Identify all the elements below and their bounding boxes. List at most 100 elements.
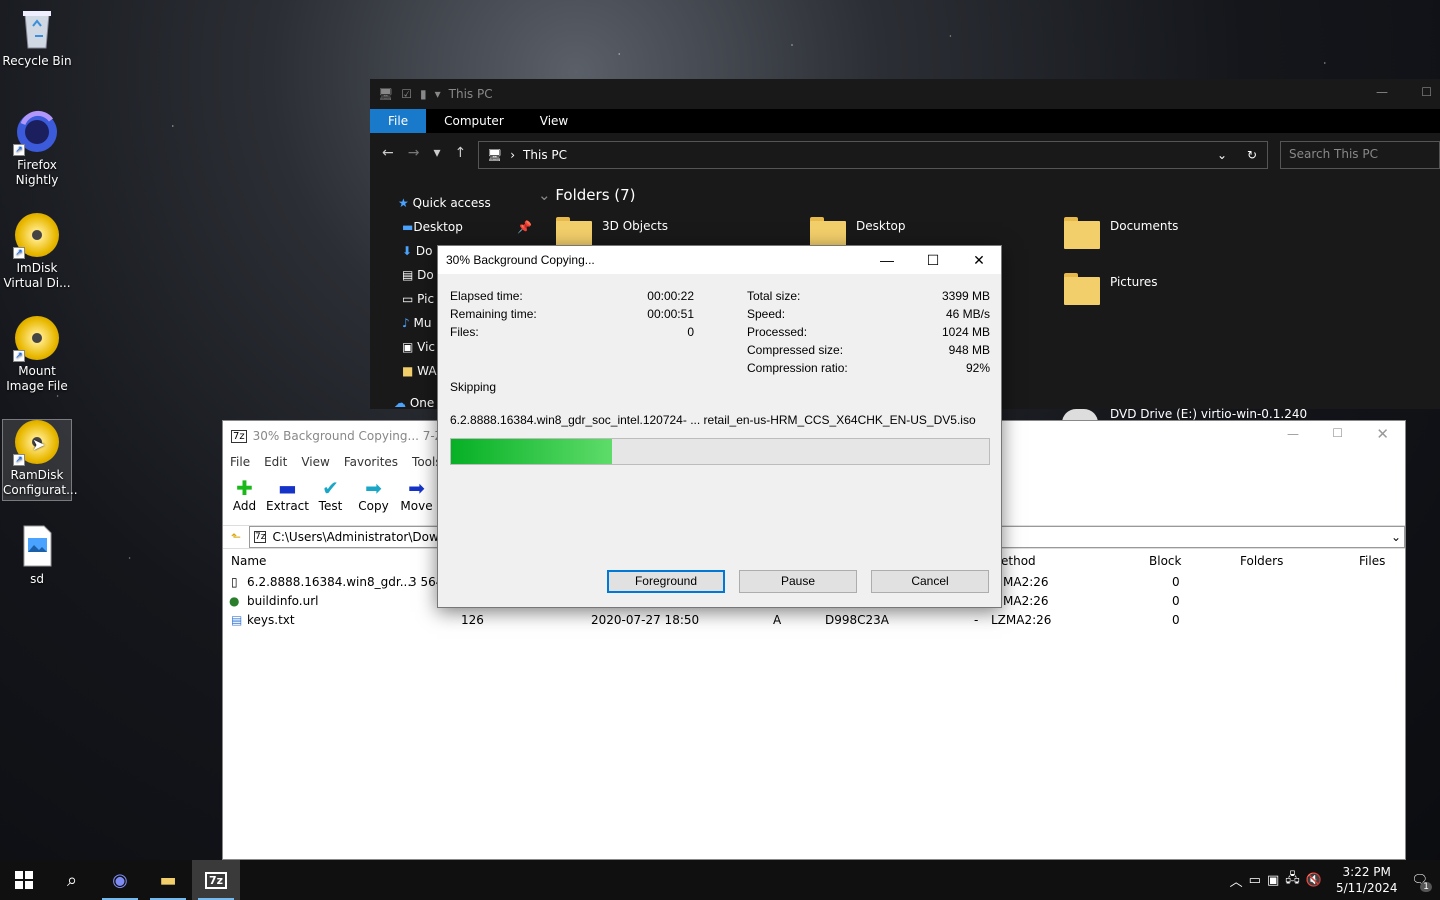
maximize-button[interactable]: ☐ <box>1421 85 1432 99</box>
folder-pictures[interactable]: Pictures <box>1110 275 1158 289</box>
menu-favorites[interactable]: Favorites <box>344 455 398 469</box>
desktop-icon-mount-image[interactable]: ↗ Mount Image File <box>2 316 72 394</box>
table-row[interactable]: ▤ keys.txt 126 2020-07-27 18:50 A D998C2… <box>229 611 1405 630</box>
notification-button[interactable]: 🗨 1 <box>1411 873 1432 892</box>
nav-label: Pic <box>417 292 435 306</box>
search-button[interactable]: ⌕ <box>48 860 96 900</box>
column-header-folders[interactable]: Folders <box>1240 554 1283 568</box>
nav-label: One <box>409 396 435 410</box>
recycle-bin-icon <box>15 6 59 50</box>
desktop-icon-label: Mount Image File <box>6 364 68 393</box>
forward-arrow-icon[interactable]: → <box>408 145 420 161</box>
up-folder-icon[interactable]: ⬑ <box>223 530 249 544</box>
copy-button[interactable]: ➡ Copy <box>352 477 395 513</box>
properties-icon[interactable]: ☑ <box>401 87 412 101</box>
add-button[interactable]: ✚ Add <box>223 477 266 513</box>
network-icon[interactable]: 🖧 <box>1285 869 1300 891</box>
file-icon: ▯ <box>231 575 238 589</box>
extract-button[interactable]: ▬ Extract <box>266 477 309 513</box>
chevron-up-icon[interactable]: ︿ <box>1230 871 1243 890</box>
taskbar-7zip[interactable]: 7z <box>192 860 240 900</box>
tab-file[interactable]: File <box>370 109 427 133</box>
column-header-block[interactable]: Block <box>1149 554 1181 568</box>
toolbar-label: Copy <box>358 499 389 513</box>
copy-progress-dialog[interactable]: 30% Background Copying... — ☐ ✕ Elapsed … <box>437 245 1002 608</box>
minimize-button[interactable]: — <box>865 246 909 274</box>
close-button[interactable]: ✕ <box>957 246 1001 274</box>
desktop-icon-label: sd <box>30 572 44 586</box>
back-arrow-icon[interactable]: ← <box>382 145 394 161</box>
nav-item-folder[interactable]: ■ WA <box>402 364 437 378</box>
breadcrumb[interactable]: This PC <box>523 148 567 162</box>
download-icon: ⬇ <box>402 244 416 258</box>
cancel-button[interactable]: Cancel <box>871 570 989 593</box>
nav-item-desktop[interactable]: ▬ Desktop 📌 <box>402 220 532 234</box>
foreground-button[interactable]: Foreground <box>607 570 725 593</box>
nav-item-downloads[interactable]: ⬇ Do <box>402 244 432 258</box>
desktop-icon-firefox-nightly[interactable]: ↗ Firefox Nightly <box>2 110 72 188</box>
menu-edit[interactable]: Edit <box>264 455 287 469</box>
search-input[interactable]: Search This PC <box>1280 141 1440 169</box>
search-icon: ⌕ <box>66 869 78 891</box>
start-button[interactable] <box>0 860 48 900</box>
up-arrow-icon[interactable]: ↑ <box>455 145 467 161</box>
tab-view[interactable]: View <box>522 109 586 133</box>
menu-view[interactable]: View <box>301 455 329 469</box>
column-header-method[interactable]: ethod <box>1001 554 1036 568</box>
desktop-icon-ramdisk[interactable]: ↗ RamDisk Configurat... <box>2 419 78 501</box>
folders-group-header[interactable]: ⌄ Folders (7) <box>538 186 636 204</box>
desktop-icon-sd[interactable]: sd <box>2 524 72 587</box>
clock[interactable]: 3:22 PM 5/11/2024 <box>1336 864 1398 896</box>
pin-icon[interactable]: 📌 <box>517 220 532 234</box>
shortcut-arrow-icon: ↗ <box>13 454 25 466</box>
dvd-drive-item[interactable]: DVD Drive (E:) virtio-win-0.1.240 <box>1110 407 1307 421</box>
nav-onedrive[interactable]: ☁ One <box>394 396 434 410</box>
column-header-name[interactable]: Name <box>231 554 266 568</box>
nav-item-pictures[interactable]: ▭ Pic <box>402 292 434 306</box>
notification-count-badge: 1 <box>1420 881 1432 892</box>
minimize-button[interactable]: — <box>1376 85 1388 99</box>
device-icon[interactable]: ▭ <box>1249 873 1261 888</box>
folder-icon: ■ <box>402 364 418 378</box>
group-label: Folders (7) <box>555 186 636 204</box>
volume-muted-icon[interactable]: 🔇 <box>1306 873 1322 888</box>
files-label: Files: <box>450 325 479 339</box>
desktop-icon-imdisk[interactable]: ↗ ImDisk Virtual Di... <box>2 213 72 291</box>
close-button[interactable]: ✕ <box>1376 425 1389 443</box>
cell-modified: 2020-07-27 18:50 <box>591 613 700 627</box>
new-folder-icon[interactable]: ▮ <box>420 87 427 101</box>
ribbon-tabs: File Computer View <box>370 109 1440 133</box>
folder-3d-objects[interactable]: 3D Objects <box>602 219 668 233</box>
star-icon: ★ <box>398 196 413 210</box>
refresh-icon[interactable]: ↻ <box>1247 148 1257 162</box>
shortcut-arrow-icon: ↗ <box>13 144 25 156</box>
tab-computer[interactable]: Computer <box>426 109 522 133</box>
toolbar-label: Test <box>318 499 343 513</box>
column-header-files[interactable]: Files <box>1359 554 1385 568</box>
address-dropdown-icon[interactable]: ⌄ <box>1217 148 1227 162</box>
taskbar-firefox-nightly[interactable]: ◉ <box>96 860 144 900</box>
folder-documents[interactable]: Documents <box>1110 219 1178 233</box>
taskbar-file-explorer[interactable]: ▬ <box>144 860 192 900</box>
plus-icon: ✚ <box>236 476 253 500</box>
nav-item-documents[interactable]: ▤ Do <box>402 268 434 282</box>
chevron-down-icon: ⌄ <box>538 186 556 204</box>
menu-file[interactable]: File <box>230 455 250 469</box>
minimize-button[interactable]: — <box>1287 427 1299 441</box>
folder-desktop[interactable]: Desktop <box>856 219 906 233</box>
move-button[interactable]: ➡ Move <box>395 477 438 513</box>
pause-button[interactable]: Pause <box>739 570 857 593</box>
security-icon[interactable]: ▣ <box>1267 873 1279 888</box>
nav-item-music[interactable]: ♪ Mu <box>402 316 431 330</box>
nav-item-videos[interactable]: ▣ Vic <box>402 340 435 354</box>
recent-chevron-icon[interactable]: ▾ <box>433 145 440 161</box>
maximize-button[interactable]: ☐ <box>1332 426 1343 440</box>
address-bar[interactable]: 🖥 › This PC ⌄ ↻ <box>478 141 1268 169</box>
test-button[interactable]: ✔ Test <box>309 477 352 513</box>
nav-quick-access[interactable]: ★ Quick access <box>398 196 491 210</box>
compressed-size-label: Compressed size: <box>747 343 844 357</box>
desktop-icon-recycle-bin[interactable]: Recycle Bin <box>2 6 72 69</box>
maximize-button[interactable]: ☐ <box>911 246 955 274</box>
chevron-down-icon[interactable]: ⌄ <box>1391 530 1401 544</box>
chevron-down-icon[interactable]: ▾ <box>435 87 441 101</box>
